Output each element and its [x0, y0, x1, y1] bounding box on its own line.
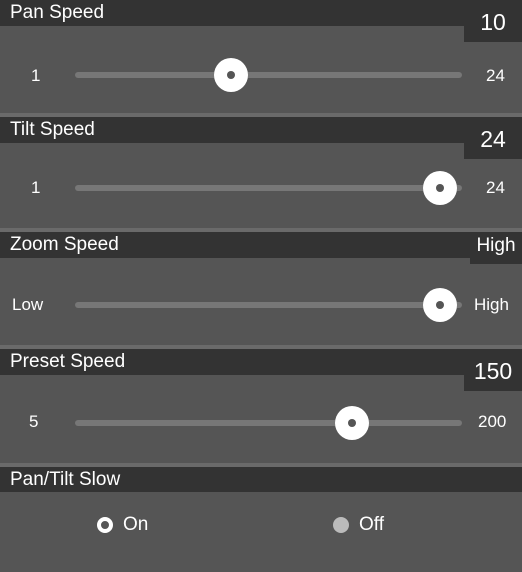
- radio-checked-icon: [97, 517, 113, 533]
- pan-speed-slider-thumb[interactable]: [214, 58, 249, 92]
- pan-tilt-slow-on-radio[interactable]: On: [97, 514, 148, 536]
- tilt-speed-slider-thumb[interactable]: [423, 171, 457, 205]
- zoom-speed-header: Zoom Speed: [0, 232, 522, 258]
- pan-tilt-slow-header: Pan/Tilt Slow: [0, 467, 522, 492]
- zoom-speed-slider-thumb[interactable]: [423, 288, 457, 322]
- tilt-speed-value: 24: [464, 117, 522, 159]
- preset-speed-slider[interactable]: [75, 406, 462, 440]
- preset-speed-title: Preset Speed: [10, 351, 126, 372]
- preset-speed-section: Preset Speed 150 5 200: [0, 349, 522, 463]
- pan-tilt-slow-on-label: On: [123, 514, 149, 535]
- pan-speed-value: 10: [464, 0, 522, 42]
- pan-speed-title: Pan Speed: [10, 2, 105, 23]
- radio-unchecked-icon: [333, 517, 349, 533]
- preset-speed-header: Preset Speed: [0, 349, 522, 375]
- preset-speed-max-label: 200: [478, 412, 507, 431]
- pan-tilt-slow-title: Pan/Tilt Slow: [10, 469, 121, 490]
- tilt-speed-section: Tilt Speed 24 1 24: [0, 117, 522, 228]
- pan-speed-min-label: 1: [31, 66, 41, 85]
- pan-tilt-slow-section: Pan/Tilt Slow: [0, 467, 522, 572]
- pan-tilt-slow-off-label: Off: [359, 514, 384, 535]
- tilt-speed-max-label: 24: [486, 178, 505, 197]
- zoom-speed-max-label: High: [474, 295, 509, 314]
- tilt-speed-slider[interactable]: [75, 171, 462, 205]
- zoom-speed-value: High: [470, 232, 522, 264]
- pan-speed-header: Pan Speed: [0, 0, 522, 26]
- preset-speed-min-label: 5: [29, 412, 39, 431]
- zoom-speed-title: Zoom Speed: [10, 234, 119, 255]
- zoom-speed-section: Zoom Speed High Low High: [0, 232, 522, 345]
- pan-tilt-slow-off-radio[interactable]: Off: [333, 514, 384, 536]
- preset-speed-value: 150: [464, 349, 522, 391]
- camera-speed-panel: Pan Speed 10 1 24 Tilt Speed 24 1 24 Zoo…: [0, 0, 522, 572]
- zoom-speed-min-label: Low: [12, 295, 44, 314]
- zoom-speed-slider[interactable]: [75, 288, 462, 322]
- tilt-speed-min-label: 1: [31, 178, 41, 197]
- tilt-speed-header: Tilt Speed: [0, 117, 522, 143]
- pan-speed-section: Pan Speed 10 1 24: [0, 0, 522, 113]
- preset-speed-slider-thumb[interactable]: [335, 406, 370, 440]
- pan-speed-max-label: 24: [486, 66, 505, 85]
- tilt-speed-title: Tilt Speed: [10, 119, 95, 140]
- pan-speed-slider[interactable]: [75, 58, 462, 92]
